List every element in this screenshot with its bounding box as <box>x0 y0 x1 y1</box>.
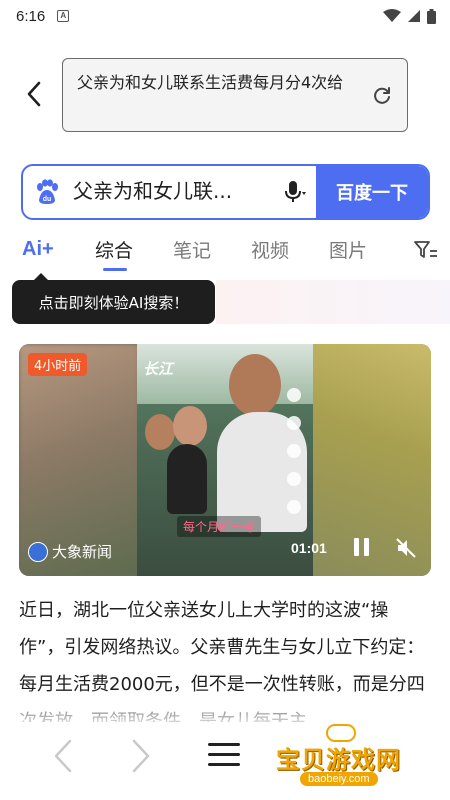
tab-images[interactable]: 图片 <box>329 236 367 263</box>
search-submit-button[interactable]: 百度一下 <box>316 166 428 218</box>
comment-icon <box>287 444 301 458</box>
menu-icon[interactable] <box>208 742 240 768</box>
microphone-icon <box>285 181 306 202</box>
star-icon <box>287 472 301 486</box>
query-bar: 父亲为和女儿联系生活费每月分4次给 <box>0 56 450 136</box>
source-name: 大象新闻 <box>52 543 113 561</box>
refresh-icon[interactable] <box>371 85 393 107</box>
search-bar: du 父亲为和女儿联... 百度一下 <box>21 164 430 220</box>
bottom-nav: 宝贝游戏网 baobeiy.com <box>0 722 450 800</box>
ai-banner-background <box>216 280 450 324</box>
baidu-paw-icon: du <box>23 166 71 218</box>
tab-notes[interactable]: 笔记 <box>173 236 211 263</box>
search-input[interactable]: 父亲为和女儿联... <box>71 166 272 218</box>
status-bar: 6:16 A <box>0 0 450 32</box>
nav-forward-icon[interactable] <box>130 738 152 774</box>
tab-video[interactable]: 视频 <box>251 236 289 263</box>
video-brand: 长江 <box>143 360 174 378</box>
active-tab-indicator <box>103 268 127 271</box>
video-duration: 01:01 <box>291 540 327 556</box>
person-figure <box>173 406 207 446</box>
person-figure <box>229 354 281 416</box>
svg-text:du: du <box>43 196 52 203</box>
battery-icon <box>427 8 436 24</box>
status-time: 6:16 <box>16 7 46 25</box>
video-side-actions <box>287 388 301 514</box>
query-display[interactable]: 父亲为和女儿联系生活费每月分4次给 <box>62 58 408 132</box>
back-button[interactable] <box>18 78 50 110</box>
ai-tooltip[interactable]: 点击即刻体验AI搜索！ <box>12 273 215 324</box>
tab-ai[interactable]: Ai+ <box>22 238 54 261</box>
wifi-icon <box>383 9 401 22</box>
site-watermark: 宝贝游戏网 baobeiy.com <box>270 724 420 796</box>
video-card[interactable]: 长江 4小时前 每个月的一号 大象新闻 01:01 <box>19 344 431 576</box>
watermark-text: 宝贝游戏网 <box>276 746 401 774</box>
voice-search-button[interactable] <box>272 166 316 218</box>
tab-comprehensive[interactable]: 综合 <box>95 236 133 263</box>
status-indicators <box>383 8 436 24</box>
avatar-icon <box>287 388 301 402</box>
mute-icon[interactable] <box>395 537 417 559</box>
person-figure <box>145 414 175 450</box>
nav-back-icon[interactable] <box>52 738 74 774</box>
notification-icon: A <box>57 10 70 22</box>
person-figure <box>167 444 207 514</box>
share-icon <box>287 500 301 514</box>
watermark-url: baobeiy.com <box>300 772 378 786</box>
video-source: 大象新闻 <box>28 541 112 562</box>
search-tabs: Ai+ 综合 笔记 视频 图片 <box>0 228 450 272</box>
chevron-left-icon <box>27 81 41 107</box>
pause-button[interactable] <box>351 538 371 558</box>
filter-icon[interactable] <box>414 240 438 260</box>
signal-icon <box>408 10 420 22</box>
query-text: 父亲为和女儿联系生活费每月分4次给 <box>77 73 344 92</box>
source-logo-icon <box>28 541 48 562</box>
video-subtitle: 每个月的一号 <box>177 516 262 537</box>
age-badge: 4小时前 <box>28 353 88 376</box>
heart-icon <box>287 416 301 430</box>
